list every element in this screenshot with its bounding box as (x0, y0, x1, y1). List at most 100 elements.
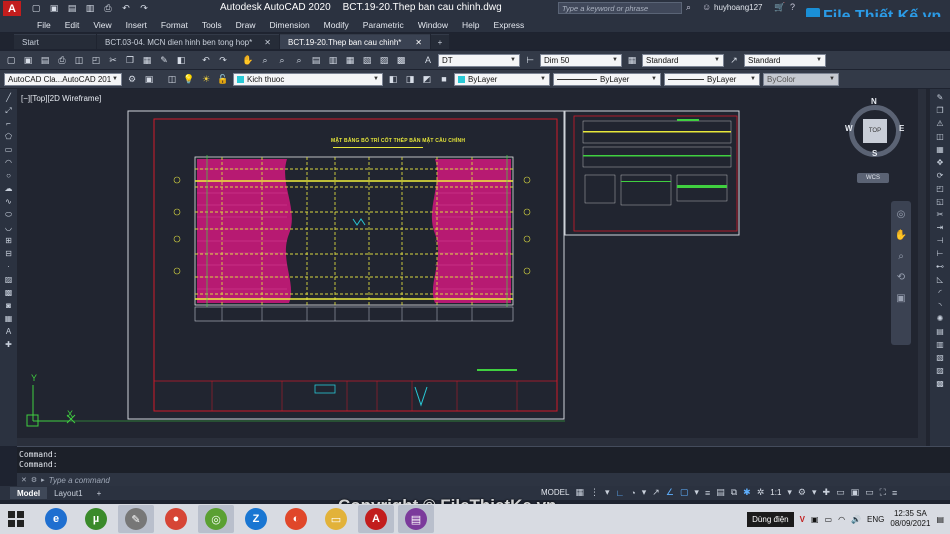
menu-edit[interactable]: Edit (58, 20, 87, 30)
workspace-switch-icon[interactable]: ⚙ (798, 487, 806, 498)
menu-view[interactable]: View (86, 20, 118, 30)
taskbar-app-winrar[interactable]: ▤ (398, 505, 434, 533)
ellipse-arc-icon[interactable]: ◡ (3, 222, 15, 233)
markup-icon[interactable]: ▨ (377, 54, 391, 67)
horizontal-scrollbar[interactable] (17, 438, 926, 446)
gear-icon[interactable]: ⚙ (125, 73, 139, 86)
layer-previous-icon[interactable]: ◨ (403, 73, 417, 86)
tool-palette-icon[interactable]: ▦ (343, 54, 357, 67)
menu-help[interactable]: Help (455, 20, 486, 30)
blend-icon[interactable]: ◝ (934, 300, 946, 311)
user-name[interactable]: huyhoang127 (714, 3, 763, 12)
polyline-icon[interactable]: ⌐ (3, 118, 15, 129)
customize-icon[interactable]: ⚙ (31, 476, 37, 484)
properties-icon[interactable]: ▤ (309, 54, 323, 67)
clock[interactable]: 12:35 SA 08/09/2021 (890, 509, 930, 529)
network-icon[interactable]: ▣ (811, 515, 819, 524)
construction-line-icon[interactable]: ⤢ (3, 105, 15, 116)
orbit-icon[interactable]: ⟲ (897, 272, 905, 283)
mleader-style-icon[interactable]: ↗ (727, 54, 741, 67)
showmotion-icon[interactable]: ▣ (896, 293, 905, 304)
lineweight-icon[interactable]: ≡ (705, 488, 710, 498)
view-cube-top-face[interactable]: TOP (863, 119, 887, 143)
tab-bct-19-20[interactable]: BCT.19-20.Thep ban cau chinh* ✕ (280, 34, 430, 49)
taskbar-app-chrome[interactable]: ● (158, 505, 194, 533)
erase-icon[interactable]: ✎ (934, 92, 946, 103)
isodraft-icon[interactable]: ↗ (652, 487, 660, 498)
trim-icon[interactable]: ✂ (934, 209, 946, 220)
print-icon[interactable]: ⎙ (101, 2, 115, 15)
point-icon[interactable]: · (3, 261, 15, 272)
close-icon[interactable]: ✕ (415, 38, 422, 47)
language-indicator[interactable]: ENG (867, 515, 884, 524)
save-as-icon[interactable]: ▥ (83, 2, 97, 15)
units-icon[interactable]: ▭ (836, 487, 845, 498)
command-input[interactable]: ✕ ⚙ ▸ Type a command (17, 473, 950, 487)
menu-draw[interactable]: Draw (229, 20, 263, 30)
undo-icon[interactable]: ↶ (199, 54, 213, 67)
help-icon[interactable]: ? (790, 2, 795, 12)
taskbar-app-explorer[interactable]: ▭ (318, 505, 354, 533)
redo-icon[interactable]: ↷ (216, 54, 230, 67)
compass-n[interactable]: N (871, 97, 877, 106)
chamfer-icon[interactable]: ◺ (934, 274, 946, 285)
sun-icon[interactable]: ☀ (199, 73, 213, 86)
chevron-down-icon[interactable]: ▾ (642, 487, 647, 498)
zoom-window-icon[interactable]: ⌕ (275, 54, 289, 67)
chevron-down-icon[interactable]: ▾ (812, 487, 817, 498)
text-style-select[interactable]: DT ▼ (438, 53, 520, 67)
pan-icon[interactable]: ✋ (241, 54, 255, 67)
taskbar-app-utorrent[interactable]: µ (78, 505, 114, 533)
ellipse-icon[interactable]: ⬭ (3, 209, 15, 220)
compass-w[interactable]: W (845, 124, 853, 133)
circle-icon[interactable]: ○ (3, 170, 15, 181)
text-style-icon[interactable]: A (421, 54, 435, 67)
open-folder-icon[interactable]: ▣ (47, 2, 61, 15)
fillet-icon[interactable]: ◜ (934, 287, 946, 298)
block-icon[interactable]: ◧ (174, 54, 188, 67)
ungroup-icon[interactable]: ▧ (934, 352, 946, 363)
layer-state-icon[interactable]: ◩ (420, 73, 434, 86)
break-at-point-icon[interactable]: ⊣ (934, 235, 946, 246)
vietnamese-ime-icon[interactable]: V (800, 515, 805, 524)
design-center-icon[interactable]: ▥ (326, 54, 340, 67)
steering-wheel-icon[interactable]: ◎ (897, 209, 906, 220)
transparency-icon[interactable]: ▤ (716, 487, 725, 498)
compass-s[interactable]: S (872, 149, 877, 158)
extend-icon[interactable]: ⇥ (934, 222, 946, 233)
menu-dimension[interactable]: Dimension (263, 20, 317, 30)
graphics-performance-icon[interactable]: ▭ (865, 487, 874, 498)
polar-icon[interactable]: ◔ (630, 488, 635, 498)
mleader-style-select[interactable]: Standard ▼ (744, 53, 826, 67)
snap-icon[interactable]: ⋮ (590, 487, 599, 498)
group-icon[interactable]: ▥ (934, 339, 946, 350)
new-file-icon[interactable]: ▢ (29, 2, 43, 15)
start-button[interactable] (0, 505, 32, 533)
cut-icon[interactable]: ✂ (106, 54, 120, 67)
region-icon[interactable]: ◙ (3, 300, 15, 311)
tab-bct-03-04[interactable]: BCT.03-04. MCN dien hinh ben tong hop* ✕ (97, 34, 279, 49)
match-properties-icon[interactable]: ✎ (157, 54, 171, 67)
workspace-icon[interactable]: ▣ (142, 73, 156, 86)
plot-icon[interactable]: ⎙ (55, 54, 69, 67)
annotation-visibility-icon[interactable]: ✱ (743, 487, 751, 498)
color-icon[interactable]: ■ (437, 73, 451, 86)
undo-icon[interactable]: ↶ (119, 2, 133, 15)
measure-icon[interactable]: ▨ (934, 365, 946, 376)
taskbar-app-autocad[interactable]: A (358, 505, 394, 533)
table-style-select[interactable]: Standard ▼ (642, 53, 724, 67)
menu-insert[interactable]: Insert (119, 20, 154, 30)
array-icon[interactable]: ▦ (934, 144, 946, 155)
layer-properties-icon[interactable]: ◫ (165, 73, 179, 86)
zoom-extents-icon[interactable]: ⌕ (898, 251, 904, 262)
dim-style-select[interactable]: Dim 50 ▼ (540, 53, 622, 67)
customization-icon[interactable]: ≡ (892, 488, 897, 498)
menu-parametric[interactable]: Parametric (356, 20, 411, 30)
user-icon[interactable]: ☺ (702, 2, 711, 12)
annotation-scale[interactable]: 1:1 (770, 488, 781, 497)
table-style-icon[interactable]: ▦ (625, 54, 639, 67)
new-tab-button[interactable]: + (431, 34, 449, 49)
wcs-menu[interactable]: WCS (857, 173, 889, 183)
menu-window[interactable]: Window (411, 20, 455, 30)
tab-model[interactable]: Model (10, 487, 48, 499)
